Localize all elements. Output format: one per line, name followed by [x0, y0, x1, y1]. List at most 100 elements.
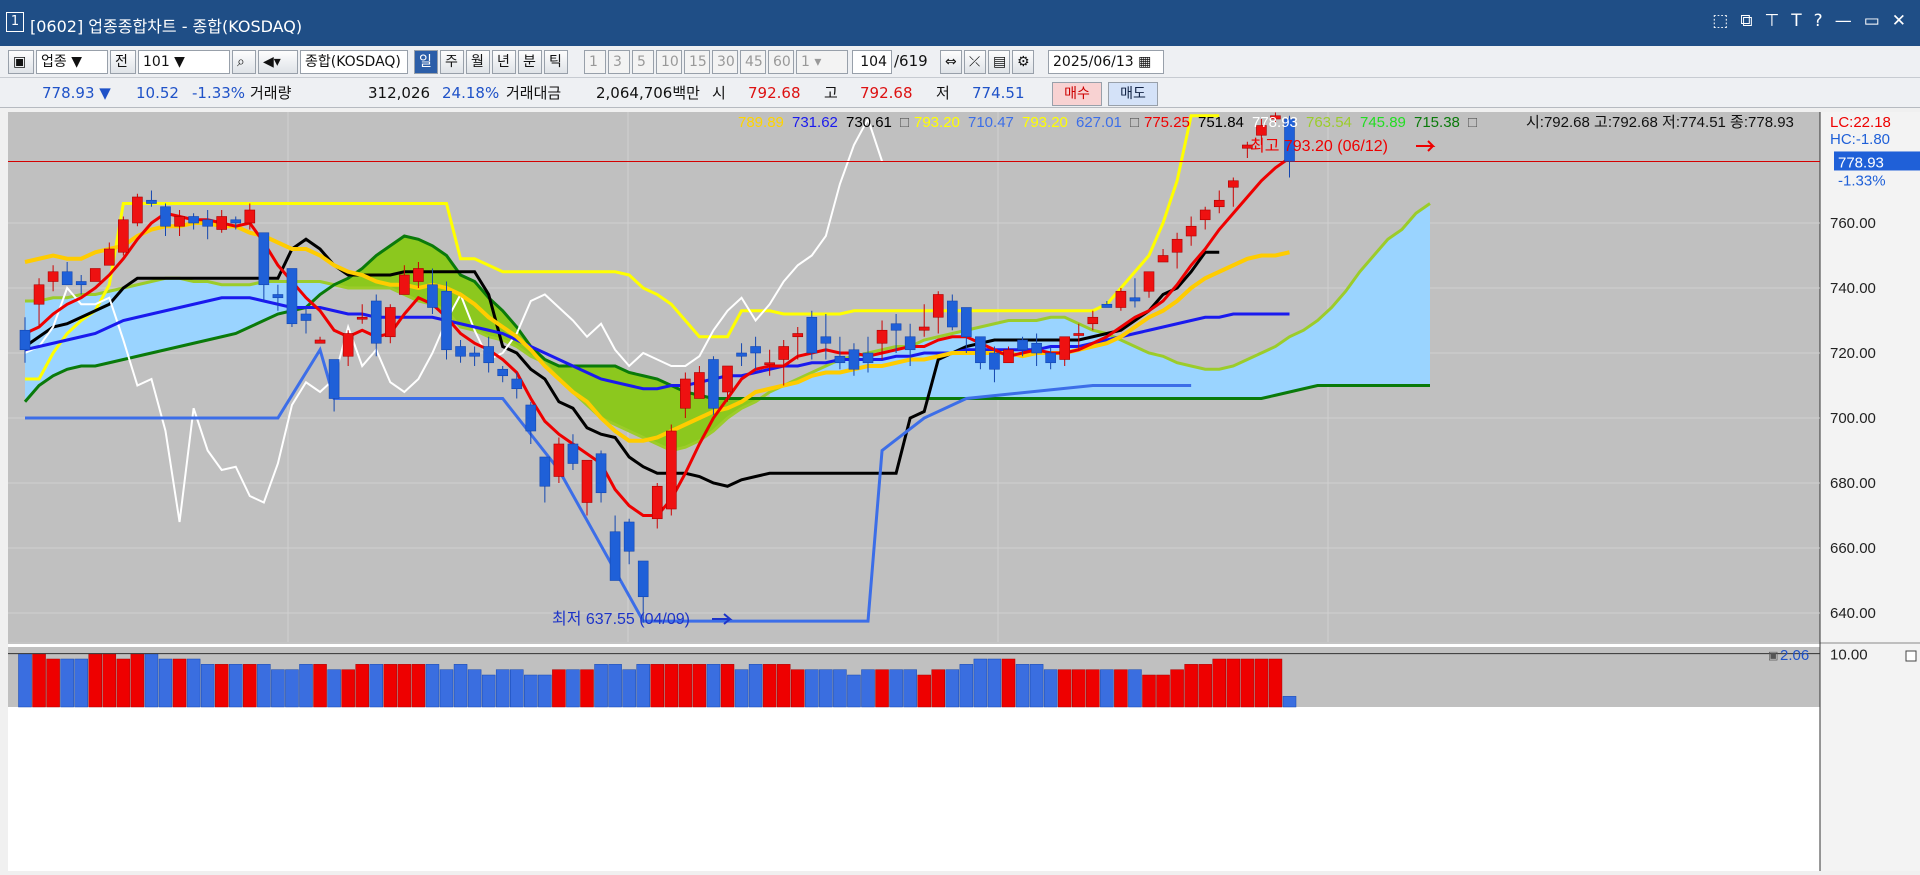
candle-body — [286, 268, 298, 325]
volume-bar — [931, 669, 945, 708]
candle-body — [118, 219, 129, 253]
candle-body — [637, 560, 649, 598]
candle-body — [342, 333, 354, 357]
volume-bar — [1170, 669, 1184, 708]
interval-input[interactable]: 1 ▾ — [796, 50, 848, 74]
interval-60[interactable]: 60 — [768, 50, 794, 74]
price-tick-label: 640.00 — [1830, 605, 1876, 622]
pin-icon[interactable]: ⊤ — [1764, 11, 1779, 31]
period-tick-tab[interactable]: 틱 — [544, 50, 568, 74]
period-day-tab[interactable]: 일 — [414, 50, 438, 74]
volume-bar — [706, 664, 721, 708]
volume-pct: 24.18% — [442, 84, 500, 102]
calendar-icon[interactable]: ▦ — [1138, 54, 1151, 70]
high-label: 고 — [824, 84, 838, 102]
window-number-badge: 1 — [6, 12, 24, 32]
legend-value: 627.01 — [1076, 114, 1122, 131]
interval-10[interactable]: 10 — [656, 50, 682, 74]
date-input[interactable]: 2025/06/13 ▦ — [1048, 50, 1164, 74]
gear-icon[interactable]: ⚙ — [1012, 50, 1034, 74]
period-minute-tab[interactable]: 분 — [518, 50, 542, 74]
restore-panel-icon[interactable]: ⬚ — [1712, 11, 1728, 31]
candle-body — [595, 453, 607, 494]
volume-bar — [116, 658, 131, 708]
layout-icon[interactable]: ▣ — [8, 50, 34, 74]
minimize-icon[interactable]: — — [1835, 11, 1852, 31]
volume-bar — [439, 669, 454, 708]
price-tick-label: 660.00 — [1830, 540, 1876, 557]
candle-body — [890, 323, 902, 331]
tile-icon[interactable]: ⧉ — [1740, 11, 1752, 31]
volume-bar — [60, 658, 74, 708]
volume-bar — [411, 664, 426, 708]
candle-body — [750, 346, 761, 354]
interval-30[interactable]: 30 — [712, 50, 738, 74]
legend-value: 789.89 — [738, 114, 784, 131]
speaker-icon[interactable]: ◀▾ — [258, 50, 298, 74]
candle-body — [975, 336, 986, 364]
candle-body — [862, 352, 874, 364]
period-week-tab[interactable]: 주 — [440, 50, 464, 74]
interval-15[interactable]: 15 — [684, 50, 710, 74]
low-value: 774.51 — [972, 84, 1025, 102]
candle-body — [455, 346, 466, 357]
candle-body — [1101, 303, 1113, 308]
sell-button[interactable]: 매도 — [1108, 82, 1158, 106]
candle-body — [497, 368, 509, 377]
ichimoku-candle-chart[interactable]: 760.00 740.00 720.00 700.00 680.00 660.00 640.… — [8, 112, 1920, 871]
candle-body — [75, 281, 87, 286]
volume-bar — [847, 674, 861, 708]
volume-bar — [425, 664, 440, 708]
volume-bar — [313, 664, 327, 708]
help-icon[interactable]: ? — [1814, 11, 1823, 31]
candle-body — [47, 271, 59, 282]
candle-body — [736, 352, 747, 357]
count-input[interactable]: 104 — [852, 50, 892, 74]
zoom-out-icon[interactable]: ⤫ — [964, 50, 986, 74]
candle-body — [904, 336, 916, 351]
interval-1[interactable]: 1 — [584, 50, 606, 74]
interval-3[interactable]: 3 — [608, 50, 630, 74]
candle-body — [876, 329, 888, 344]
legend-value: 763.54 — [1306, 114, 1352, 131]
candle-body — [918, 326, 930, 331]
window-controls: ⬚ ⧉ ⊤ T ? — ▭ ✕ — [1712, 11, 1906, 31]
volume-bar — [74, 658, 88, 708]
volume-bar — [903, 669, 917, 708]
volume-bar — [762, 664, 777, 708]
volume-bar — [580, 669, 594, 708]
interval-5[interactable]: 5 — [632, 50, 654, 74]
candle-body — [174, 216, 185, 227]
volume-bar — [186, 658, 201, 708]
volume-bar — [791, 669, 805, 708]
volume-bar — [973, 658, 988, 708]
buy-button[interactable]: 매수 — [1052, 82, 1102, 106]
save-icon[interactable]: ▤ — [988, 50, 1010, 74]
period-year-tab[interactable]: 년 — [492, 50, 516, 74]
maximize-icon[interactable]: ▭ — [1864, 11, 1880, 31]
candle-body — [272, 294, 284, 299]
volume-bar — [299, 664, 313, 708]
volume-bar — [692, 664, 707, 708]
volume-bar — [566, 669, 580, 708]
font-icon[interactable]: T — [1791, 11, 1801, 31]
volume-bar — [285, 669, 299, 708]
candle-body — [1087, 316, 1099, 325]
close-icon[interactable]: ✕ — [1892, 11, 1906, 31]
search-icon[interactable]: ⌕ — [232, 50, 256, 74]
candle-body — [820, 336, 832, 344]
code-input[interactable]: 101 ▼ — [138, 50, 230, 74]
volume-bar — [678, 664, 693, 708]
prev-button[interactable]: 전 — [110, 50, 136, 74]
candle-body — [188, 216, 199, 224]
candle-body — [609, 531, 621, 581]
candle-body — [427, 284, 438, 308]
zoom-in-icon[interactable]: ⇔ — [940, 50, 962, 74]
type-select[interactable]: 업종 ▼ — [36, 50, 108, 74]
volume-bar — [397, 664, 412, 708]
volume-close-icon — [1905, 650, 1917, 662]
period-month-tab[interactable]: 월 — [466, 50, 490, 74]
volume-bar — [1142, 674, 1156, 708]
interval-45[interactable]: 45 — [740, 50, 766, 74]
chart-area[interactable]: 760.00 740.00 720.00 700.00 680.00 660.00 640.… — [8, 112, 1920, 871]
